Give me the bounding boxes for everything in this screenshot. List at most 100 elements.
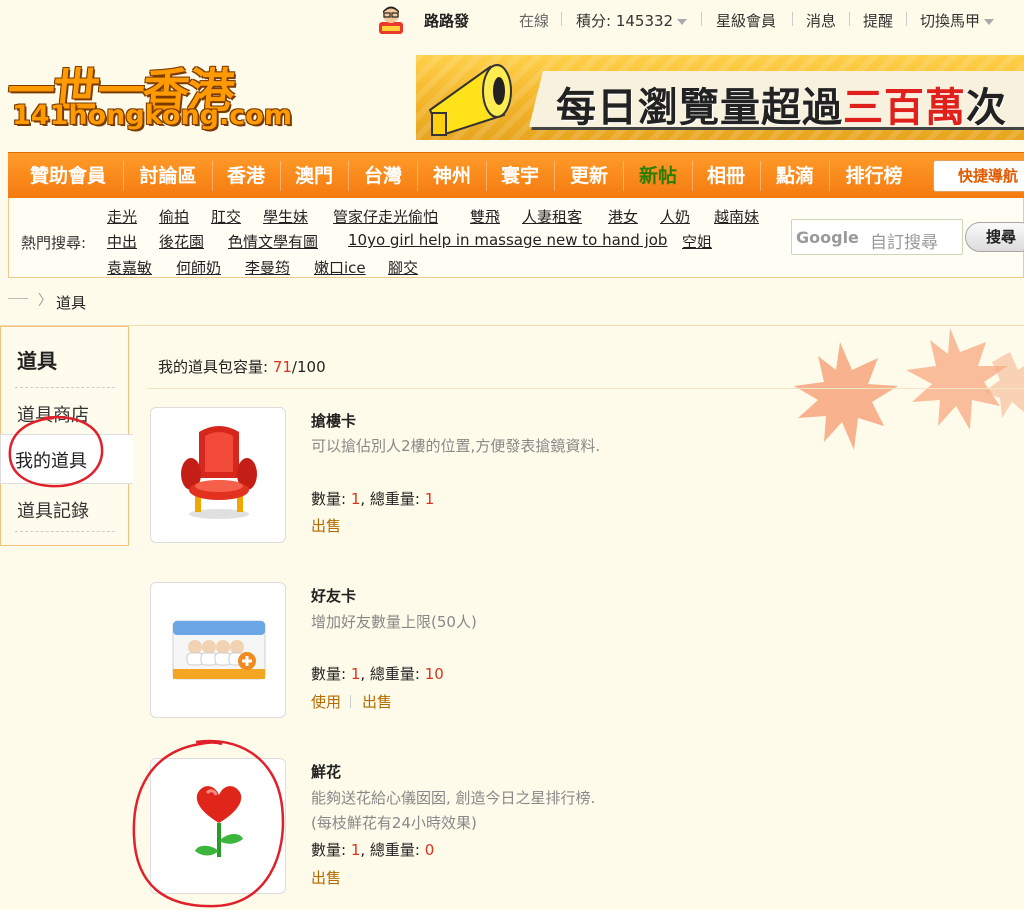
hot-keyword[interactable]: 越南妹	[714, 206, 759, 227]
hot-keyword[interactable]: 走光	[107, 206, 137, 227]
nav-divider	[123, 161, 124, 191]
item-image-box[interactable]	[150, 407, 286, 543]
armchair-icon	[181, 426, 257, 519]
online-status[interactable]: 在線	[519, 10, 549, 31]
main-nav-bar: 贊助會員 討論區 香港 澳門 台灣 神州 寰宇 更新 新帖 相冊 點滴 排行榜 …	[8, 152, 1024, 198]
nav-world[interactable]: 寰宇	[488, 153, 552, 199]
hot-keyword[interactable]: 人奶	[660, 206, 690, 227]
sidebar-item-records[interactable]: 道具記錄	[17, 497, 89, 523]
divider	[849, 12, 850, 26]
breadcrumb-home-icon[interactable]	[8, 298, 28, 299]
nav-macau[interactable]: 澳門	[282, 153, 346, 199]
hot-keyword[interactable]: 學生妹	[263, 206, 308, 227]
nav-divider	[554, 161, 555, 191]
nav-taiwan[interactable]: 台灣	[351, 153, 415, 199]
qty-value: 1	[350, 490, 361, 508]
hot-keyword[interactable]: 何師奶	[176, 257, 221, 278]
chevron-down-icon	[677, 18, 688, 25]
nav-forum[interactable]: 討論區	[126, 153, 210, 199]
sell-link[interactable]: 出售	[311, 867, 341, 888]
nav-updates[interactable]: 更新	[557, 153, 621, 199]
friend-card-icon	[172, 620, 266, 680]
user-avatar-icon[interactable]	[376, 4, 406, 34]
item-image-box[interactable]	[150, 582, 286, 718]
hot-keyword[interactable]: 嫩口ice	[314, 257, 366, 278]
hot-search-panel: 熱門搜尋: 走光 偷拍 肛交 學生妹 管家仔走光偷怕 雙飛 人妻租客 港女 人奶…	[8, 198, 1024, 278]
content-divider	[148, 388, 1024, 389]
nav-sponsor-member[interactable]: 贊助會員	[16, 153, 120, 199]
quick-nav-button[interactable]: 快捷導航	[933, 160, 1024, 192]
nav-moments[interactable]: 點滴	[763, 153, 827, 199]
ad-banner[interactable]: 每日瀏覽量超過三百萬次	[416, 55, 1024, 140]
nav-divider	[417, 161, 418, 191]
hot-keyword[interactable]: 偷拍	[159, 206, 189, 227]
hot-keyword[interactable]: 管家仔走光偷怕	[333, 206, 438, 227]
nav-rankings[interactable]: 排行榜	[832, 153, 916, 199]
chevron-down-icon	[984, 18, 995, 25]
sidebar-divider	[15, 531, 115, 532]
nav-china[interactable]: 神州	[420, 153, 484, 199]
nav-albums[interactable]: 相冊	[694, 153, 758, 199]
hot-search-label: 熱門搜尋:	[21, 234, 87, 252]
sell-link[interactable]: 出售	[362, 691, 392, 712]
capacity-total: /100	[291, 358, 326, 376]
item-name: 好友卡	[311, 587, 357, 605]
divider	[792, 12, 793, 26]
item-name: 鮮花	[311, 763, 342, 781]
weight-label: , 總重量:	[360, 841, 425, 859]
qty-label: 數量:	[311, 490, 351, 508]
sell-link[interactable]: 出售	[311, 515, 341, 536]
weight-value: 0	[424, 841, 435, 859]
divider	[701, 12, 702, 26]
capacity-text: 我的道具包容量: 71/100	[158, 356, 326, 377]
weight-value: 1	[424, 490, 435, 508]
hot-keyword[interactable]: 雙飛	[470, 206, 500, 227]
nav-hongkong[interactable]: 香港	[214, 153, 278, 199]
annotation-circle-flower	[132, 739, 285, 908]
messages-link[interactable]: 消息	[806, 10, 836, 31]
banner-text-highlight: 三百萬	[843, 85, 966, 131]
google-search-input[interactable]: Google 自訂搜尋	[791, 219, 963, 255]
nav-new-posts[interactable]: 新帖	[626, 153, 690, 199]
points-label: 積分: 145332	[576, 12, 674, 30]
switch-account-label: 切換馬甲	[920, 12, 981, 30]
nav-divider	[760, 161, 761, 191]
breadcrumb-current[interactable]: 道具	[56, 292, 86, 313]
hot-keyword[interactable]: 後花園	[159, 231, 204, 252]
hot-keyword[interactable]: 色情文學有圖	[228, 231, 318, 252]
item-name: 搶樓卡	[311, 412, 357, 430]
hot-keyword[interactable]: 港女	[608, 206, 638, 227]
item-description: 增加好友數量上限(50人)	[311, 613, 477, 631]
maple-leaf-decoration	[794, 328, 1024, 450]
reminders-link[interactable]: 提醒	[863, 10, 893, 31]
switch-account-menu[interactable]: 切換馬甲	[920, 10, 995, 31]
use-link[interactable]: 使用	[311, 691, 341, 712]
sidebar-title: 道具	[17, 349, 57, 373]
hot-keyword[interactable]: 人妻租客	[522, 206, 582, 227]
nav-divider	[829, 161, 830, 191]
google-logo: Google	[796, 228, 859, 247]
hot-keyword[interactable]: 腳交	[388, 257, 418, 278]
hot-keyword[interactable]: 中出	[107, 231, 137, 252]
capacity-used: 71	[272, 358, 292, 376]
weight-label: , 總重量:	[360, 665, 425, 683]
item-description-extra: (每枝鮮花有24小時效果)	[311, 814, 477, 832]
hot-keyword[interactable]: 空姐	[682, 231, 712, 252]
qty-value: 1	[350, 665, 361, 683]
search-button[interactable]: 搜尋	[965, 222, 1024, 252]
hot-keyword[interactable]: 袁嘉敏	[107, 257, 152, 278]
points-menu[interactable]: 積分: 145332	[576, 10, 688, 31]
weight-value: 10	[424, 665, 444, 683]
hot-keyword[interactable]: 肛交	[211, 206, 241, 227]
search-placeholder: 自訂搜尋	[870, 233, 938, 253]
hot-keyword[interactable]: 10yo girl help in massage new to hand jo…	[348, 231, 667, 249]
divider	[906, 12, 907, 26]
qty-label: 數量:	[311, 841, 351, 859]
capacity-label: 我的道具包容量:	[158, 358, 273, 376]
username-link[interactable]: 路路發	[424, 10, 469, 31]
qty-value: 1	[350, 841, 361, 859]
hot-keyword[interactable]: 李曼筠	[245, 257, 290, 278]
star-member-link[interactable]: 星級會員	[716, 10, 776, 31]
site-logo[interactable]: 一世一香港 141hongkong.com	[5, 52, 292, 142]
weight-label: , 總重量:	[360, 490, 425, 508]
